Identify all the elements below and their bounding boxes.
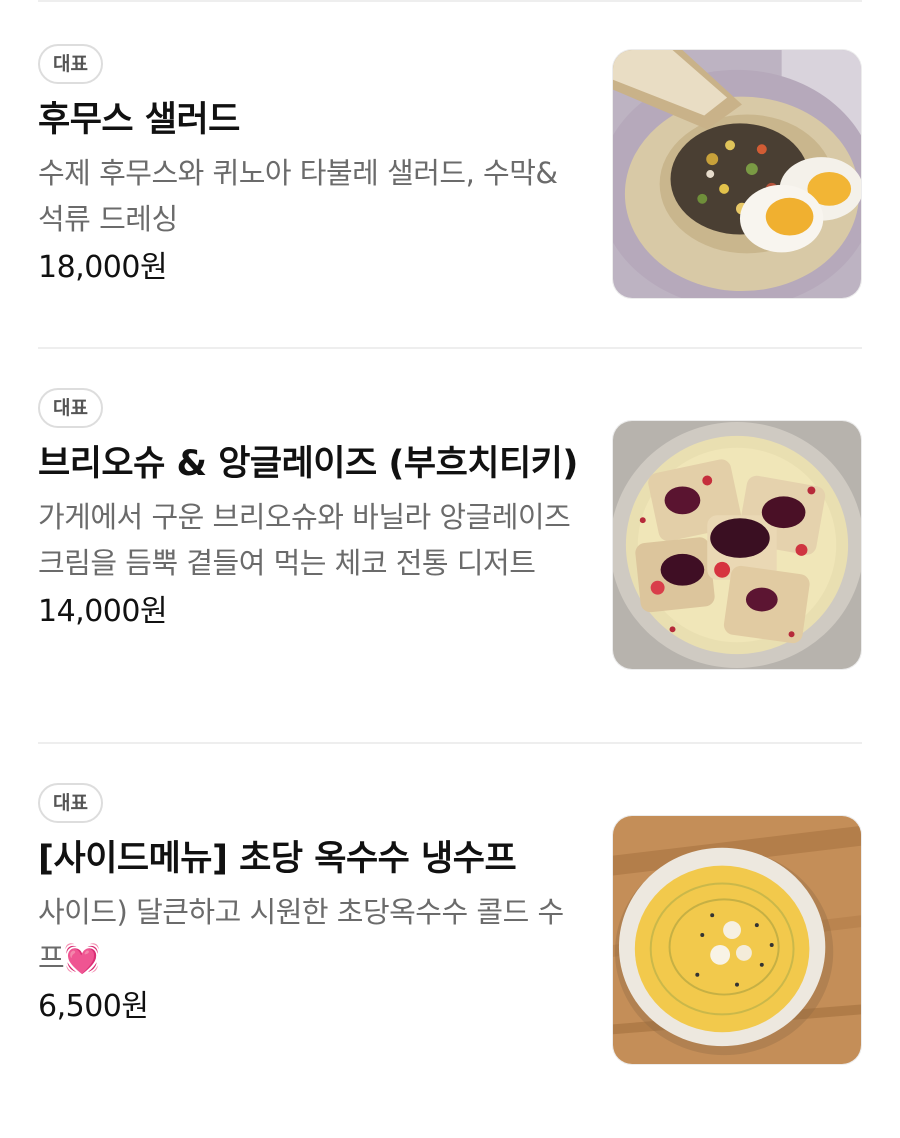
signature-badge: 대표 bbox=[38, 388, 103, 428]
menu-item-text: 대표 브리오슈 & 앙글레이즈 (부흐치티키) 가게에서 구운 브리오슈와 바닐… bbox=[38, 388, 583, 634]
menu-item-name: 브리오슈 & 앙글레이즈 (부흐치티키) bbox=[38, 444, 578, 484]
menu-item-description: 수제 후무스와 퀴노아 타불레 샐러드, 수막& 석류 드레싱 bbox=[38, 156, 558, 236]
menu-item-description: 사이드) 달큰하고 시원한 초당옥수수 콜드 수프💓 bbox=[38, 895, 564, 975]
menu-item-text: 대표 [사이드메뉴] 초당 옥수수 냉수프 사이드) 달큰하고 시원한 초당옥수… bbox=[38, 783, 583, 1029]
corn-cold-soup-photo[interactable] bbox=[612, 815, 862, 1065]
menu-item-description: 가게에서 구운 브리오슈와 바닐라 앙글레이즈 크림을 듬뿍 곁들여 먹는 체코… bbox=[38, 500, 571, 580]
signature-badge: 대표 bbox=[38, 783, 103, 823]
item-divider bbox=[38, 742, 862, 744]
menu-item-corn-cold-soup[interactable]: 대표 [사이드메뉴] 초당 옥수수 냉수프 사이드) 달큰하고 시원한 초당옥수… bbox=[38, 783, 862, 1093]
menu-item-brioche-anglaise[interactable]: 대표 브리오슈 & 앙글레이즈 (부흐치티키) 가게에서 구운 브리오슈와 바닐… bbox=[38, 388, 862, 698]
menu-item-name: 후무스 샐러드 bbox=[38, 100, 240, 140]
menu-item-text: 대표 후무스 샐러드 수제 후무스와 퀴노아 타불레 샐러드, 수막& 석류 드… bbox=[38, 44, 583, 290]
brioche-anglaise-photo[interactable] bbox=[612, 420, 862, 670]
menu-item-price: 14,000원 bbox=[38, 594, 168, 629]
menu-item-hummus-salad[interactable]: 대표 후무스 샐러드 수제 후무스와 퀴노아 타불레 샐러드, 수막& 석류 드… bbox=[38, 44, 862, 304]
top-divider bbox=[38, 0, 862, 2]
menu-item-price: 6,500원 bbox=[38, 989, 149, 1024]
item-divider bbox=[38, 347, 862, 349]
menu-item-name: [사이드메뉴] 초당 옥수수 냉수프 bbox=[38, 839, 517, 879]
signature-badge: 대표 bbox=[38, 44, 103, 84]
menu-item-price: 18,000원 bbox=[38, 250, 168, 285]
hummus-salad-photo[interactable] bbox=[612, 49, 862, 299]
